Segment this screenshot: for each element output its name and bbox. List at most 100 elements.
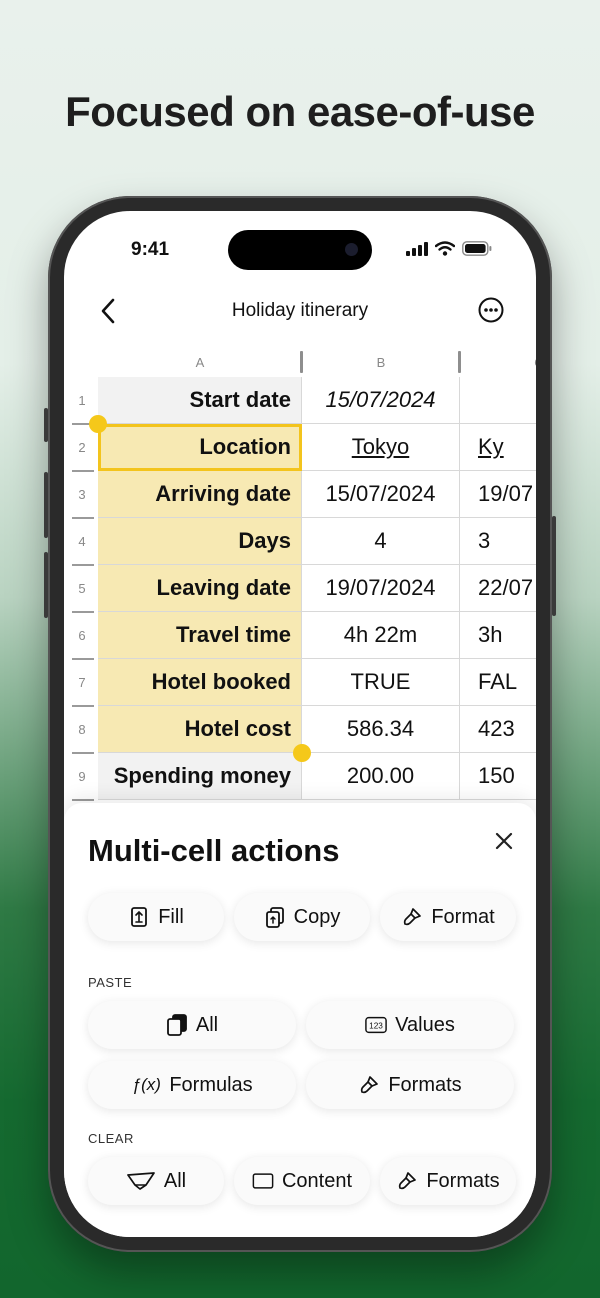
svg-text:123: 123 bbox=[369, 1022, 383, 1031]
fill-label: Fill bbox=[158, 905, 184, 928]
cell-a8[interactable]: Hotel cost bbox=[98, 706, 302, 753]
close-button[interactable] bbox=[492, 829, 516, 853]
row-resize-handle[interactable] bbox=[72, 564, 94, 566]
cell-b4[interactable]: 4 bbox=[302, 518, 460, 565]
row-resize-handle[interactable] bbox=[72, 611, 94, 613]
volume-up-button bbox=[44, 472, 48, 538]
side-button bbox=[552, 516, 556, 616]
clear-content-button[interactable]: Content bbox=[234, 1157, 370, 1205]
dynamic-island bbox=[228, 230, 372, 270]
format-button[interactable]: Format bbox=[380, 893, 516, 941]
paste-all-button[interactable]: All bbox=[88, 1001, 296, 1049]
signal-icon bbox=[406, 241, 428, 256]
row-resize-handle[interactable] bbox=[72, 470, 94, 472]
cell-c7[interactable]: FAL bbox=[460, 659, 536, 706]
more-icon bbox=[478, 297, 504, 323]
fill-icon bbox=[128, 906, 150, 928]
fill-button[interactable]: Fill bbox=[88, 893, 224, 941]
row-header[interactable]: 9 bbox=[64, 769, 100, 784]
format-brush-icon bbox=[396, 1170, 418, 1192]
cell-b2[interactable]: Tokyo bbox=[302, 424, 460, 471]
row-resize-handle[interactable] bbox=[72, 658, 94, 660]
volume-down-button bbox=[44, 552, 48, 618]
paste-formulas-label: Formulas bbox=[169, 1073, 253, 1096]
cell-a2[interactable]: Location bbox=[98, 424, 302, 471]
close-icon bbox=[495, 832, 513, 850]
eraser-icon bbox=[126, 1170, 156, 1192]
selection-handle-top[interactable] bbox=[89, 415, 107, 433]
values-123-icon: 123 bbox=[365, 1014, 387, 1036]
cell-a4[interactable]: Days bbox=[98, 518, 302, 565]
cell-c6[interactable]: 3h bbox=[460, 612, 536, 659]
row-header[interactable]: 8 bbox=[64, 722, 100, 737]
paste-all-icon bbox=[166, 1014, 188, 1036]
row-resize-handle[interactable] bbox=[72, 517, 94, 519]
cell-b1[interactable]: 15/07/2024 bbox=[302, 377, 460, 424]
column-header-c[interactable]: C bbox=[460, 355, 536, 370]
clear-all-button[interactable]: All bbox=[88, 1157, 224, 1205]
row-header[interactable]: 7 bbox=[64, 675, 100, 690]
cell-c9[interactable]: 150 bbox=[460, 753, 536, 800]
row-header[interactable]: 3 bbox=[64, 487, 100, 502]
phone-screen: 9:41 Holiday itinerary A B 1 Start date … bbox=[64, 211, 536, 1237]
row-header[interactable]: 5 bbox=[64, 581, 100, 596]
clear-formats-button[interactable]: Formats bbox=[380, 1157, 516, 1205]
cell-c2[interactable]: Ky bbox=[460, 424, 536, 471]
cell-b9[interactable]: 200.00 bbox=[302, 753, 460, 800]
cell-c4[interactable]: 3 bbox=[460, 518, 536, 565]
content-box-icon bbox=[252, 1170, 274, 1192]
cell-a6[interactable]: Travel time bbox=[98, 612, 302, 659]
paste-formulas-button[interactable]: ƒ(x) Formulas bbox=[88, 1061, 296, 1109]
selection-handle-bottom[interactable] bbox=[293, 744, 311, 762]
cell-b7[interactable]: TRUE bbox=[302, 659, 460, 706]
paste-all-label: All bbox=[195, 1013, 219, 1036]
cell-b3[interactable]: 15/07/2024 bbox=[302, 471, 460, 518]
clear-all-label: All bbox=[163, 1169, 187, 1192]
cell-c3[interactable]: 19/07 bbox=[460, 471, 536, 518]
paste-formats-button[interactable]: Formats bbox=[306, 1061, 514, 1109]
battery-icon bbox=[462, 241, 492, 256]
cell-b8[interactable]: 586.34 bbox=[302, 706, 460, 753]
row-resize-handle[interactable] bbox=[72, 752, 94, 754]
wifi-icon bbox=[435, 241, 455, 256]
spreadsheet-grid[interactable]: A B C 1Start date15/07/2024 2LocationToky… bbox=[64, 347, 536, 807]
paste-values-button[interactable]: 123 Values bbox=[306, 1001, 514, 1049]
column-header-a[interactable]: A bbox=[98, 355, 302, 370]
paste-formats-label: Formats bbox=[388, 1073, 462, 1096]
headline: Focused on ease-of-use bbox=[65, 88, 535, 135]
row-header[interactable]: 6 bbox=[64, 628, 100, 643]
row-header[interactable]: 4 bbox=[64, 534, 100, 549]
row-header[interactable]: 2 bbox=[64, 440, 100, 455]
row-resize-handle[interactable] bbox=[72, 799, 94, 801]
cell-c5[interactable]: 22/07 bbox=[460, 565, 536, 612]
status-time: 9:41 bbox=[131, 239, 170, 260]
multi-cell-actions-sheet: Multi-cell actions Fill Copy Format PAST… bbox=[64, 803, 536, 1237]
paste-section-label: PASTE bbox=[88, 975, 133, 990]
clear-section-label: CLEAR bbox=[88, 1131, 134, 1146]
sheet-title: Multi-cell actions bbox=[88, 833, 340, 868]
copy-button[interactable]: Copy bbox=[234, 893, 370, 941]
copy-icon bbox=[264, 906, 286, 928]
function-icon: ƒ(x) bbox=[131, 1075, 161, 1094]
paste-values-label: Values bbox=[395, 1013, 455, 1036]
column-header-b[interactable]: B bbox=[302, 355, 460, 370]
clear-content-label: Content bbox=[281, 1169, 353, 1192]
cell-a7[interactable]: Hotel booked bbox=[98, 659, 302, 706]
cell-c8[interactable]: 423 bbox=[460, 706, 536, 753]
cell-a1[interactable]: Start date bbox=[98, 377, 302, 424]
status-icons bbox=[406, 241, 492, 256]
cell-b5[interactable]: 19/07/2024 bbox=[302, 565, 460, 612]
camera-icon bbox=[345, 243, 358, 256]
cell-a5[interactable]: Leaving date bbox=[98, 565, 302, 612]
cell-b6[interactable]: 4h 22m bbox=[302, 612, 460, 659]
cell-c1[interactable] bbox=[460, 377, 536, 424]
more-button[interactable] bbox=[478, 297, 504, 323]
clear-formats-label: Formats bbox=[426, 1169, 500, 1192]
row-resize-handle[interactable] bbox=[72, 705, 94, 707]
copy-label: Copy bbox=[293, 905, 341, 928]
cell-a9[interactable]: Spending money bbox=[98, 753, 302, 800]
cell-a3[interactable]: Arriving date bbox=[98, 471, 302, 518]
row-header[interactable]: 1 bbox=[64, 393, 100, 408]
format-label: Format bbox=[431, 905, 495, 928]
format-brush-icon bbox=[401, 906, 423, 928]
